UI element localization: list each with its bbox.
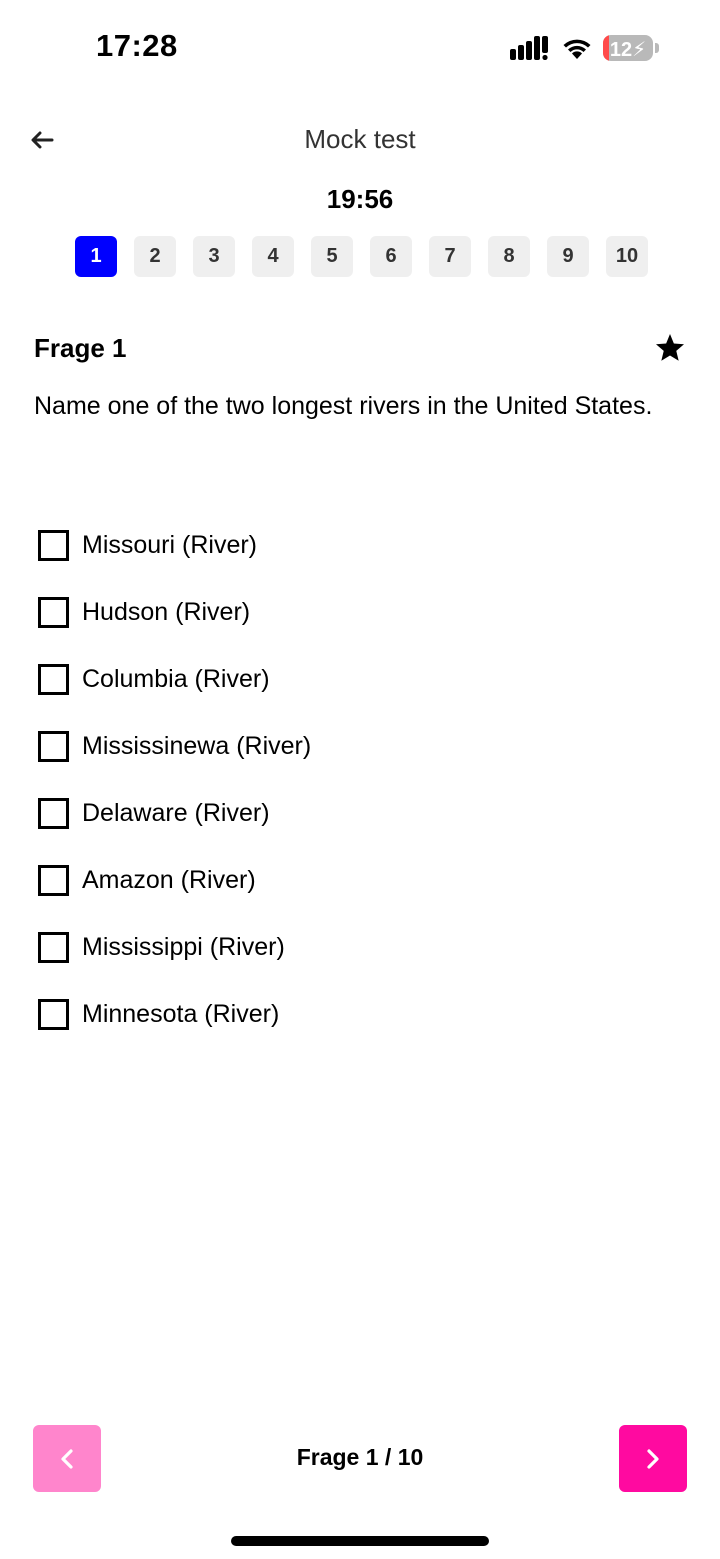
question-nav-item[interactable]: 6	[370, 236, 412, 277]
answer-options: Missouri (River) Hudson (River) Columbia (…	[38, 512, 311, 1048]
countdown-timer: 19:56	[326, 184, 394, 214]
answer-option-label: Minnesota (River)	[82, 1000, 280, 1028]
question-nav-item[interactable]: 5	[311, 236, 353, 277]
battery-level: 12⚡︎	[609, 39, 647, 61]
checkbox[interactable]	[38, 597, 69, 628]
battery-cap	[655, 43, 659, 53]
answer-option-label: Columbia (River)	[82, 665, 270, 693]
page-indicator: Frage 1 / 10	[296, 1444, 424, 1470]
answer-option[interactable]: Hudson (River)	[38, 579, 311, 646]
checkbox[interactable]	[38, 932, 69, 963]
question-text: Name one of the two longest rivers in th…	[34, 392, 653, 420]
question-number: Frage 1	[34, 333, 127, 363]
question-nav-item[interactable]: 10	[606, 236, 648, 277]
answer-option-label: Delaware (River)	[82, 799, 270, 827]
cellular-signal-icon	[510, 36, 548, 60]
checkbox[interactable]	[38, 999, 69, 1030]
answer-option[interactable]: Mississippi (River)	[38, 914, 311, 981]
question-nav-item[interactable]: 3	[193, 236, 235, 277]
answer-option-label: Amazon (River)	[82, 866, 256, 894]
chevron-right-icon	[647, 1448, 659, 1469]
answer-option[interactable]: Amazon (River)	[38, 847, 311, 914]
home-indicator	[231, 1536, 489, 1546]
page-title: Mock test	[304, 124, 416, 154]
answer-option[interactable]: Delaware (River)	[38, 780, 311, 847]
answer-option[interactable]: Columbia (River)	[38, 646, 311, 713]
answer-option[interactable]: Missouri (River)	[38, 512, 311, 579]
checkbox[interactable]	[38, 798, 69, 829]
battery-indicator: 12⚡︎	[603, 35, 653, 61]
question-nav-item[interactable]: 2	[134, 236, 176, 277]
wifi-icon	[563, 39, 591, 59]
answer-option[interactable]: Mississinewa (River)	[38, 713, 311, 780]
answer-option-label: Missouri (River)	[82, 531, 257, 559]
question-navigator: 1 2 3 4 5 6 7 8 9 10	[75, 236, 648, 277]
next-question-button[interactable]	[619, 1425, 687, 1492]
checkbox[interactable]	[38, 664, 69, 695]
question-nav-item[interactable]: 9	[547, 236, 589, 277]
question-nav-item[interactable]: 8	[488, 236, 530, 277]
checkbox[interactable]	[38, 530, 69, 561]
question-nav-item[interactable]: 4	[252, 236, 294, 277]
question-nav-item[interactable]: 1	[75, 236, 117, 277]
checkbox[interactable]	[38, 731, 69, 762]
status-time: 17:28	[96, 28, 178, 63]
answer-option-label: Hudson (River)	[82, 598, 251, 626]
answer-option-label: Mississippi (River)	[82, 933, 285, 961]
checkbox[interactable]	[38, 865, 69, 896]
answer-option[interactable]: Minnesota (River)	[38, 981, 311, 1048]
answer-option-label: Mississinewa (River)	[82, 732, 312, 760]
question-nav-item[interactable]: 7	[429, 236, 471, 277]
star-icon[interactable]	[654, 332, 686, 364]
